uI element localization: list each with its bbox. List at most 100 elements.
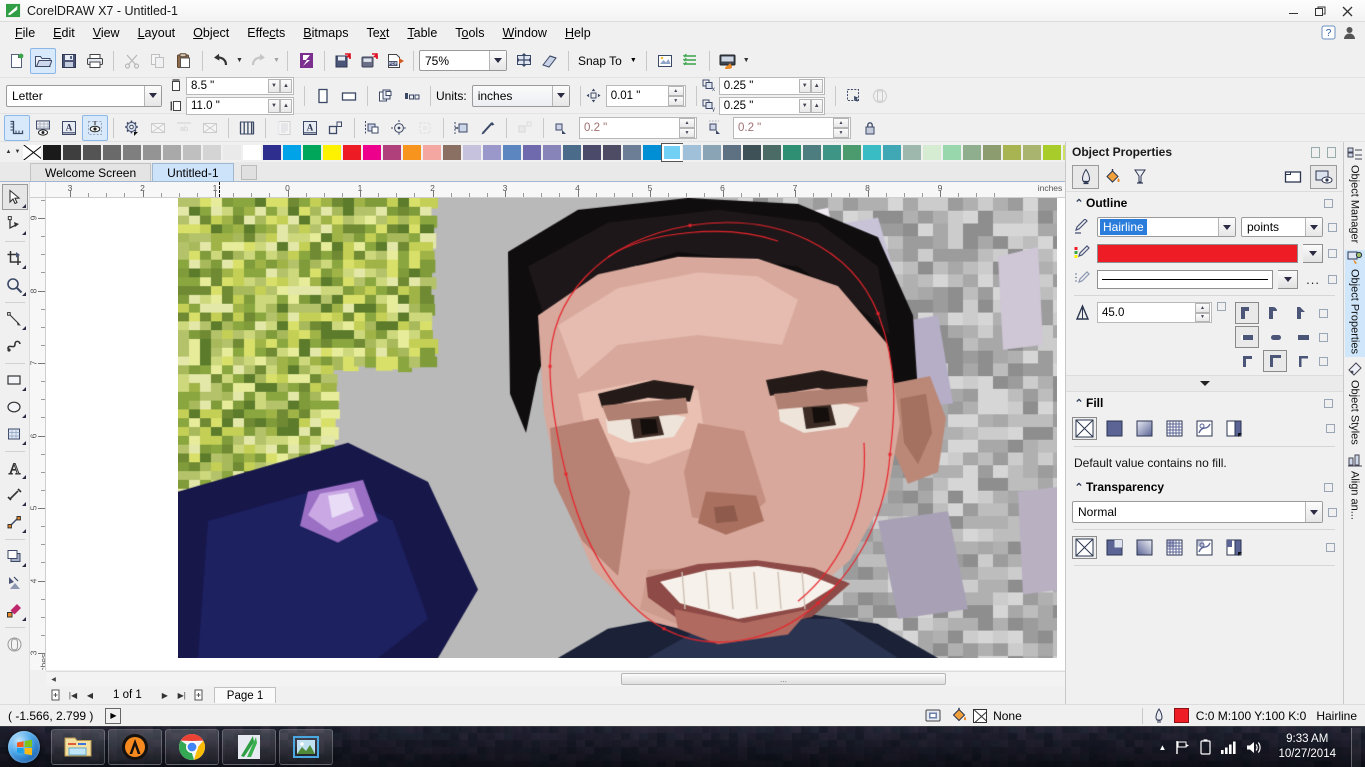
overprint-outline-icon[interactable] xyxy=(1291,350,1315,372)
menu-file[interactable]: File xyxy=(6,24,44,42)
current-page-button[interactable] xyxy=(399,83,425,109)
palette-swatch[interactable] xyxy=(442,143,462,161)
outline-position-lock[interactable] xyxy=(1319,356,1328,366)
page-tab-page-1[interactable]: Page 1 xyxy=(213,687,277,703)
portrait-button[interactable] xyxy=(310,83,336,109)
add-page-after-icon[interactable] xyxy=(191,688,207,703)
cut-button[interactable] xyxy=(119,48,145,74)
transparency-tool[interactable] xyxy=(2,570,28,596)
snap-settings-button[interactable] xyxy=(119,115,145,141)
palette-swatch[interactable] xyxy=(862,143,882,161)
palette-swatch[interactable] xyxy=(482,143,502,161)
two-color-transparency-icon[interactable] xyxy=(1222,536,1247,559)
chevron-down-icon[interactable] xyxy=(1305,502,1322,522)
palette-swatch[interactable] xyxy=(422,143,442,161)
no-snap-b-button[interactable] xyxy=(197,115,223,141)
battery-icon[interactable] xyxy=(1200,739,1212,755)
open-button[interactable] xyxy=(30,47,56,74)
palette-scroll-down-icon[interactable]: ▼ xyxy=(13,145,22,159)
undo-button[interactable] xyxy=(208,48,234,74)
menu-view[interactable]: View xyxy=(84,24,129,42)
nudge-distance-field[interactable]: 0.01 " ▲ ▼ xyxy=(605,84,686,107)
ruler-origin-corner[interactable] xyxy=(30,182,46,198)
summary-tab[interactable] xyxy=(1310,164,1337,189)
outline-expand-button[interactable] xyxy=(1066,375,1343,392)
undo-dropdown[interactable]: ▼ xyxy=(234,48,245,74)
expand-statusbar-icon[interactable]: ▶ xyxy=(105,707,122,724)
palette-swatch[interactable] xyxy=(402,143,422,161)
paste-button[interactable] xyxy=(171,48,197,74)
duplicate-x-spinner[interactable]: ▼ ▲ xyxy=(798,78,823,93)
palette-swatch[interactable] xyxy=(262,143,282,161)
outline-pen-icon[interactable] xyxy=(1151,707,1167,724)
zoom-tool[interactable] xyxy=(2,272,28,298)
chevron-down-icon[interactable] xyxy=(551,85,569,106)
speaker-icon[interactable] xyxy=(1246,740,1263,755)
tab-snap-button[interactable]: ab xyxy=(171,115,197,141)
palette-swatch[interactable] xyxy=(62,143,82,161)
palette-swatch[interactable] xyxy=(661,142,683,162)
auto-hide-icon[interactable] xyxy=(1311,146,1320,158)
application-launcher-button[interactable] xyxy=(715,48,741,74)
new-tab-icon[interactable] xyxy=(240,165,257,180)
pick-margin-button[interactable] xyxy=(475,115,501,141)
palette-swatch[interactable] xyxy=(562,143,582,161)
alignment-guides-button[interactable] xyxy=(412,115,438,141)
outline-tab[interactable] xyxy=(1072,164,1099,189)
butt-cap-icon[interactable] xyxy=(1235,326,1259,348)
corner-style-lock[interactable] xyxy=(1319,308,1328,318)
outline-color-swatch[interactable] xyxy=(1173,708,1189,723)
menu-tools[interactable]: Tools xyxy=(446,24,493,42)
palette-swatch[interactable] xyxy=(982,143,1002,161)
chevron-down-icon[interactable] xyxy=(144,85,161,106)
miter-limit-lock[interactable] xyxy=(1217,302,1226,311)
treat-as-filled-button[interactable] xyxy=(841,83,867,109)
show-rulers-button[interactable] xyxy=(4,114,30,141)
transparency-tab[interactable] xyxy=(1126,165,1153,189)
object-manager-button[interactable] xyxy=(652,48,678,74)
margin-object-button[interactable] xyxy=(449,115,475,141)
palette-swatch[interactable] xyxy=(182,143,202,161)
artwork-image[interactable] xyxy=(178,198,1057,658)
fill-tab[interactable] xyxy=(1099,165,1126,189)
outline-style-lock[interactable] xyxy=(1328,274,1337,284)
menu-table[interactable]: Table xyxy=(398,24,446,42)
doc-tab-welcome-screen[interactable]: Welcome Screen xyxy=(30,163,152,181)
show-guidelines-button[interactable]: A xyxy=(56,115,82,141)
landscape-button[interactable] xyxy=(336,83,362,109)
outline-color-dropdown[interactable] xyxy=(1303,243,1323,263)
palette-swatch[interactable] xyxy=(962,143,982,161)
merge-mode-lock[interactable] xyxy=(1328,507,1337,517)
menu-help[interactable]: Help xyxy=(556,24,600,42)
launcher-dropdown[interactable]: ▼ xyxy=(741,48,752,74)
menu-bitmaps[interactable]: Bitmaps xyxy=(294,24,357,42)
menu-edit[interactable]: Edit xyxy=(44,24,84,42)
wrap-text-button[interactable] xyxy=(867,83,893,109)
palette-swatch[interactable] xyxy=(82,143,102,161)
object-styles-button[interactable] xyxy=(678,48,704,74)
page-height-field[interactable]: 11.0 " ▼ ▲ xyxy=(186,96,294,115)
margin-corner2-button[interactable] xyxy=(703,115,729,141)
show-desktop-button[interactable] xyxy=(1351,727,1361,767)
show-baseline-grid-button[interactable] xyxy=(82,114,108,141)
uniform-fill-icon[interactable] xyxy=(1102,417,1127,440)
behind-fill-icon[interactable] xyxy=(1235,350,1259,372)
taskbar-explorer[interactable] xyxy=(51,729,105,765)
palette-swatch[interactable] xyxy=(642,143,662,161)
vector-pattern-icon[interactable] xyxy=(1162,417,1187,440)
palette-swatch[interactable] xyxy=(282,143,302,161)
column-guides-button[interactable] xyxy=(234,115,260,141)
chevron-down-icon[interactable] xyxy=(1305,218,1322,236)
round-cap-icon[interactable] xyxy=(1263,326,1287,348)
scroll-left-arrow[interactable]: ◀ xyxy=(46,672,61,686)
palette-swatch[interactable] xyxy=(622,143,642,161)
dynamic-guides-button[interactable] xyxy=(386,115,412,141)
palette-swatch[interactable] xyxy=(382,143,402,161)
taskbar-chrome[interactable] xyxy=(165,729,219,765)
page-height-spinner[interactable]: ▼ ▲ xyxy=(268,98,292,113)
outline-color-lock[interactable] xyxy=(1328,248,1337,258)
text-box-button[interactable]: A xyxy=(297,115,323,141)
fill-none-swatch[interactable] xyxy=(973,708,988,723)
no-snap-a-button[interactable] xyxy=(145,115,171,141)
palette-swatch[interactable] xyxy=(1002,143,1022,161)
